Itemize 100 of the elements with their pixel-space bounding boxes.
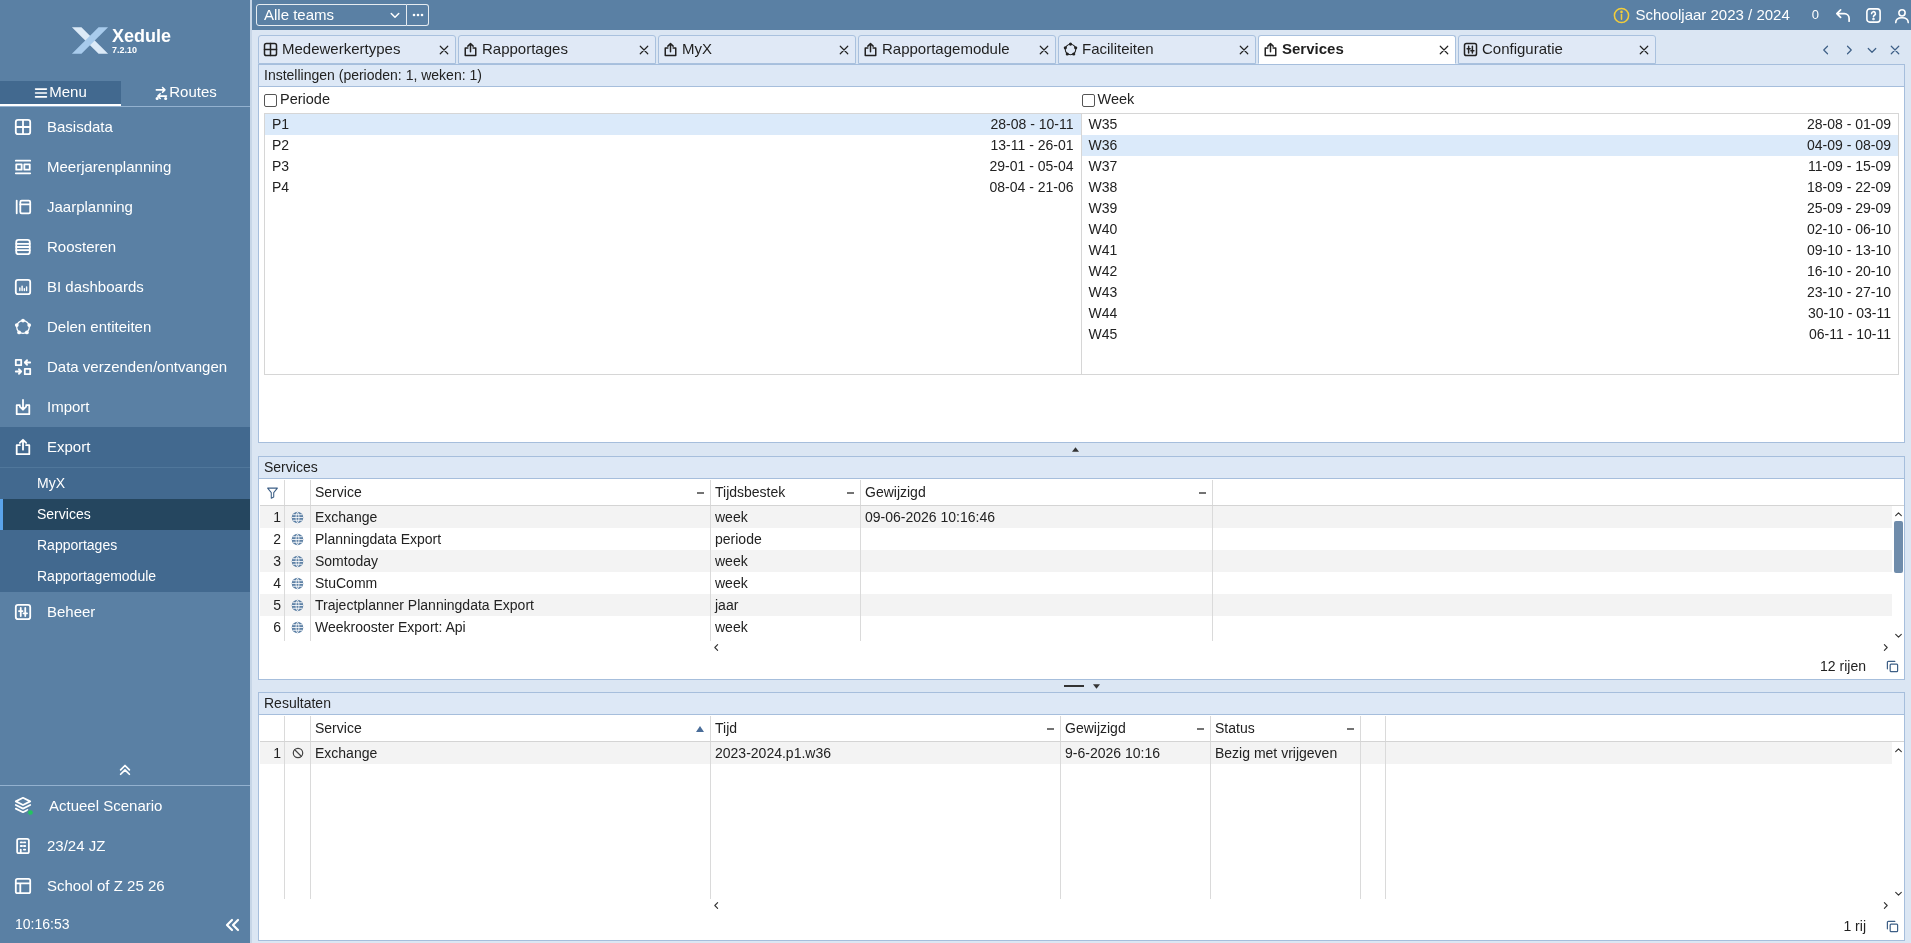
- scroll-left-icon[interactable]: [712, 901, 721, 910]
- scroll-down-icon[interactable]: [1893, 631, 1903, 640]
- tab[interactable]: Services: [1258, 35, 1456, 64]
- dash-icon[interactable]: [1197, 727, 1204, 730]
- scroll-left-icon[interactable]: [712, 643, 721, 652]
- dash-icon[interactable]: [697, 491, 704, 494]
- column-header[interactable]: Service: [311, 716, 711, 741]
- help-icon[interactable]: [1865, 6, 1882, 24]
- notification-count[interactable]: 0: [1811, 5, 1819, 25]
- column-header[interactable]: Status: [1211, 716, 1361, 741]
- globe-icon: [291, 532, 304, 546]
- list-row[interactable]: P1 28-08 - 10-11: [265, 114, 1081, 135]
- close-icon[interactable]: [1438, 43, 1450, 56]
- more-button[interactable]: [407, 4, 429, 26]
- sidebar-item[interactable]: Jaarplanning: [0, 187, 250, 227]
- date-range: 23-10 - 27-10: [1806, 283, 1891, 302]
- close-icon[interactable]: [1238, 43, 1250, 56]
- close-icon[interactable]: [638, 43, 650, 56]
- table-row[interactable]: 1 Exchange week 09-06-2026 10:16:46: [260, 506, 1892, 528]
- team-dropdown[interactable]: Alle teams: [256, 4, 407, 26]
- sliders-icon: [1463, 42, 1478, 57]
- scroll-up-icon[interactable]: [1893, 510, 1903, 519]
- column-header[interactable]: Tijd: [711, 716, 1061, 741]
- checkbox-label[interactable]: Week: [1097, 89, 1135, 111]
- sidebar-item[interactable]: BI dashboards: [0, 267, 250, 307]
- close-icon[interactable]: [1038, 43, 1050, 56]
- layout-icon: [14, 877, 32, 895]
- table-cell-text: week: [715, 507, 748, 527]
- row-label: W45: [1088, 325, 1118, 344]
- splitter-arrow-icon[interactable]: [1072, 447, 1079, 452]
- school-year-label[interactable]: Schooljaar 2023 / 2024: [1635, 3, 1790, 27]
- date-range: 02-10 - 06-10: [1806, 220, 1891, 239]
- tab[interactable]: Rapportages: [458, 35, 656, 64]
- close-icon[interactable]: [838, 43, 850, 56]
- list-row[interactable]: W36 04-09 - 08-09: [1081, 135, 1898, 156]
- more-icon: [411, 13, 424, 17]
- panel-title: Services: [259, 457, 1904, 479]
- sidebar-item[interactable]: Import: [0, 387, 250, 427]
- footer-item[interactable]: 23/24 JZ: [0, 826, 250, 866]
- tab[interactable]: Faciliteiten: [1058, 35, 1256, 64]
- scrollbar-thumb[interactable]: [1893, 521, 1903, 573]
- sidebar-item[interactable]: Roosteren: [0, 227, 250, 267]
- column-header[interactable]: Gewijzigd: [861, 480, 1213, 505]
- scroll-right-icon[interactable]: [1881, 901, 1890, 910]
- double-chevron-up-icon[interactable]: [118, 762, 132, 776]
- row-label: W44: [1088, 304, 1118, 323]
- sidebar-subitem[interactable]: Rapportagemodule: [0, 561, 250, 592]
- column-header[interactable]: Gewijzigd: [1061, 716, 1211, 741]
- close-icon[interactable]: [438, 43, 450, 56]
- sidebar-subitem[interactable]: Rapportages: [0, 530, 250, 561]
- column-header[interactable]: Service: [311, 480, 711, 505]
- sidebar-tab[interactable]: Routes: [121, 81, 250, 106]
- tab[interactable]: MyX: [658, 35, 856, 64]
- grid-icon: [14, 118, 32, 136]
- date-range: 18-09 - 22-09: [1806, 178, 1891, 197]
- close-icon[interactable]: [1638, 43, 1650, 56]
- footer-item[interactable]: School of Z 25 26: [0, 866, 250, 906]
- footer-item[interactable]: Actueel Scenario: [0, 786, 250, 826]
- sidebar-item[interactable]: Meerjarenplanning: [0, 147, 250, 187]
- tab[interactable]: Medewerkertypes: [258, 35, 456, 64]
- checkbox-label[interactable]: Periode: [280, 89, 330, 111]
- table-cell-text: Bezig met vrijgeven: [1215, 743, 1338, 763]
- scroll-down-icon[interactable]: [1893, 889, 1903, 898]
- prohibited-icon: [291, 747, 304, 759]
- row-label: P4: [272, 178, 290, 197]
- sidebar-item[interactable]: Basisdata: [0, 107, 250, 147]
- sidebar-item[interactable]: Beheer: [0, 592, 250, 632]
- upload-icon: [1263, 42, 1278, 57]
- column-header[interactable]: Tijdsbestek: [711, 480, 861, 505]
- scroll-right-icon[interactable]: [1881, 643, 1890, 652]
- table-row[interactable]: 5 Trajectplanner Planningdata Export jaar: [260, 594, 1892, 616]
- copy-icon[interactable]: [1886, 660, 1899, 673]
- tab[interactable]: Rapportagemodule: [858, 35, 1056, 64]
- scroll-up-icon[interactable]: [1893, 746, 1903, 755]
- checkbox[interactable]: [264, 93, 277, 107]
- dash-icon[interactable]: [847, 491, 854, 494]
- table-row[interactable]: 1 Exchange 2023-2024.p1.w36 9-6-2026 10:16 Bezig met vrijgeven: [260, 742, 1892, 764]
- sidebar-subitem[interactable]: Services: [0, 499, 250, 530]
- sidebar-item[interactable]: Data verzenden/ontvangen: [0, 347, 250, 387]
- splitter-handle-icon[interactable]: [1063, 685, 1084, 687]
- user-icon[interactable]: [1894, 6, 1910, 24]
- filter-icon[interactable]: [265, 485, 279, 500]
- sidebar-item[interactable]: Export: [0, 427, 250, 467]
- sidebar-tab[interactable]: Menu: [0, 81, 121, 106]
- dash-icon[interactable]: [1199, 491, 1206, 494]
- sidebar-subitem[interactable]: MyX: [0, 468, 250, 499]
- undo-icon[interactable]: [1834, 6, 1851, 24]
- checkbox[interactable]: [1081, 93, 1095, 107]
- transfer-icon: [14, 358, 32, 376]
- copy-icon[interactable]: [1886, 919, 1899, 933]
- tab[interactable]: Configuratie: [1458, 35, 1656, 64]
- row-label: W36: [1088, 136, 1118, 155]
- date-range: 25-09 - 29-09: [1806, 199, 1891, 218]
- dash-icon[interactable]: [1347, 727, 1354, 730]
- double-chevron-left-icon[interactable]: [224, 916, 240, 933]
- dash-icon[interactable]: [1047, 727, 1054, 730]
- table-row[interactable]: 3 Somtoday week: [260, 550, 1892, 572]
- splitter-arrow-icon[interactable]: [1092, 683, 1100, 689]
- sidebar-item[interactable]: Delen entiteiten: [0, 307, 250, 347]
- sort-ascending-icon[interactable]: [696, 725, 704, 732]
